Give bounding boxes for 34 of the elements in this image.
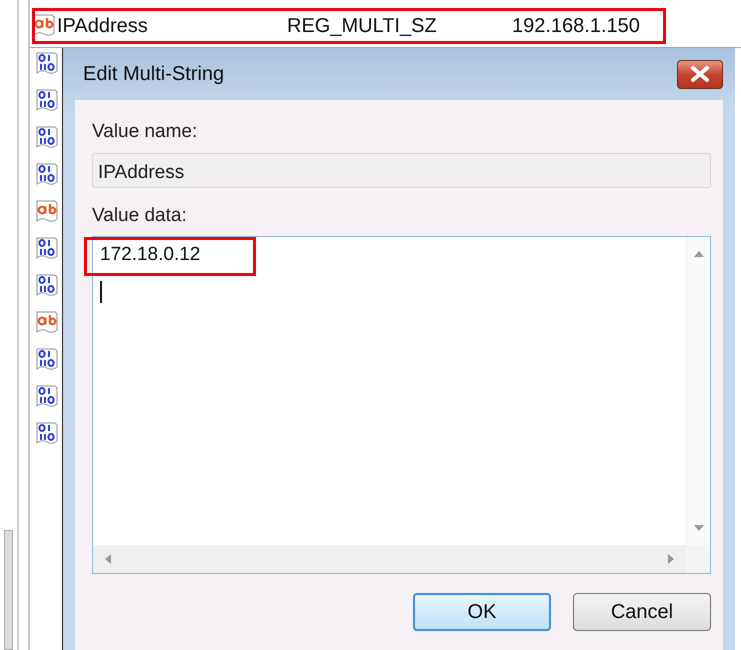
binary-value-icon <box>36 385 58 409</box>
scrollbar-corner <box>686 545 710 573</box>
cancel-button[interactable]: Cancel <box>573 593 711 631</box>
value-name: IPAddress <box>57 14 149 38</box>
value-name-field[interactable]: IPAddress <box>92 152 711 188</box>
binary-value-icon <box>36 422 58 446</box>
string-value-icon <box>33 14 55 38</box>
down-arrow-icon[interactable] <box>694 525 704 531</box>
value-data: 192.168.1.150 <box>512 14 640 38</box>
field-label: Value data: <box>92 204 188 228</box>
binary-value-icon <box>36 52 58 76</box>
string-value-icon <box>36 311 58 335</box>
close-button[interactable] <box>677 60 723 88</box>
text-cursor <box>100 280 102 302</box>
binary-value-icon <box>36 348 58 372</box>
dialog-title: Edit Multi-String <box>83 62 224 87</box>
value-data-line: 172.18.0.12 <box>100 243 200 267</box>
binary-value-icon <box>36 126 58 150</box>
binary-value-icon <box>36 274 58 298</box>
binary-value-icon <box>36 89 58 113</box>
vertical-scrollbar[interactable] <box>686 237 710 545</box>
binary-value-icon <box>36 237 58 261</box>
string-value-icon <box>36 200 58 224</box>
scrollbar-thumb[interactable] <box>4 530 13 650</box>
up-arrow-icon[interactable] <box>694 251 704 257</box>
ok-button[interactable]: OK <box>413 593 551 631</box>
right-arrow-icon[interactable] <box>668 554 674 564</box>
horizontal-scrollbar[interactable] <box>93 545 686 573</box>
close-icon <box>689 66 711 82</box>
left-arrow-icon[interactable] <box>105 554 111 564</box>
registry-row[interactable]: IPAddress REG_MULTI_SZ 192.168.1.150 <box>33 8 665 42</box>
field-label: Value name: <box>92 120 198 144</box>
value-type: REG_MULTI_SZ <box>287 14 438 38</box>
binary-value-icon <box>36 163 58 187</box>
